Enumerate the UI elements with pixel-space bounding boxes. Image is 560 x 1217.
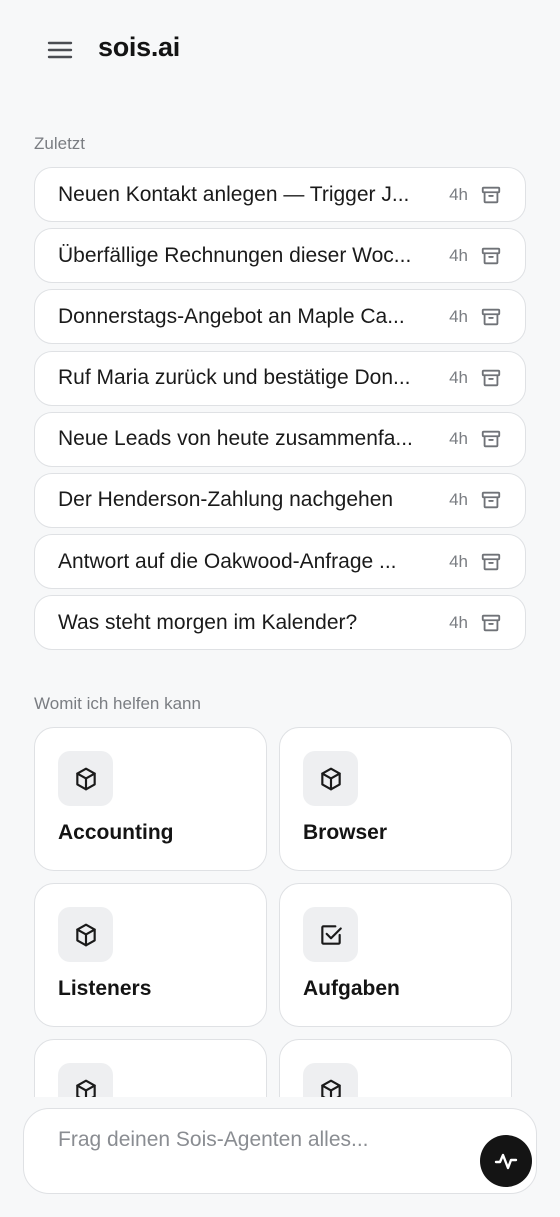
archive-button[interactable] <box>480 489 502 511</box>
recent-item-time: 4h <box>449 612 468 632</box>
recent-item[interactable]: Überfällige Rechnungen dieser Woc... 4h <box>34 228 526 284</box>
archive-button[interactable] <box>480 367 502 389</box>
recent-item[interactable]: Neuen Kontakt anlegen — Trigger J... 4h <box>34 167 526 222</box>
recent-item[interactable]: Donnerstags-Angebot an Maple Ca... 4h <box>34 289 526 345</box>
cube-icon <box>75 767 96 790</box>
capability-card[interactable]: Accounting <box>34 727 267 871</box>
recent-item-title: Ruf Maria zurück und bestätige Don... <box>58 366 411 390</box>
recent-item-time: 4h <box>449 306 468 326</box>
recent-item-title: Donnerstags-Angebot an Maple Ca... <box>58 304 405 328</box>
capability-label: Listeners <box>58 977 152 1000</box>
top-bar: sois.ai <box>0 0 560 100</box>
recent-item[interactable]: Neue Leads von heute zusammenfa... 4h <box>34 411 526 467</box>
send-button[interactable] <box>480 1135 532 1187</box>
capability-icon-tile <box>303 1063 358 1097</box>
capability-label: Browser <box>303 821 388 844</box>
capability-grid: Accounting Browser Listeners Aufgaben <box>34 727 512 1097</box>
recent-item[interactable]: Antwort auf die Oakwood-Anfrage ... 4h <box>34 534 526 590</box>
capability-icon-tile <box>303 907 358 962</box>
recent-item-title: Neuen Kontakt anlegen — Trigger J... <box>58 182 410 206</box>
composer <box>23 1108 537 1194</box>
recent-item-time: 4h <box>449 184 468 204</box>
recent-section-label: Zuletzt <box>34 134 86 153</box>
capability-label: Aufgaben <box>303 977 400 1000</box>
cube-icon <box>320 767 341 790</box>
archive-button[interactable] <box>480 612 502 634</box>
menu-button[interactable] <box>44 34 76 66</box>
app-brand: sois.ai <box>98 32 180 62</box>
capability-card[interactable]: Listeners <box>34 883 267 1027</box>
archive-button[interactable] <box>480 551 502 573</box>
recent-item[interactable]: Der Henderson-Zahlung nachgehen 4h <box>34 472 526 528</box>
recent-item-time: 4h <box>449 368 468 388</box>
capability-label: Accounting <box>58 821 174 844</box>
capability-card[interactable] <box>279 1039 512 1097</box>
capability-card[interactable] <box>34 1039 267 1097</box>
archive-button[interactable] <box>480 184 502 206</box>
capability-icon-tile <box>58 751 113 806</box>
archive-button[interactable] <box>480 428 502 450</box>
archive-icon <box>481 247 501 264</box>
capability-icon-tile <box>58 1063 113 1097</box>
cube-icon <box>320 1079 341 1097</box>
recent-item-title: Was steht morgen im Kalender? <box>58 610 358 634</box>
capability-card[interactable]: Aufgaben <box>279 883 512 1027</box>
recent-item-title: Der Henderson-Zahlung nachgehen <box>58 488 394 512</box>
archive-button[interactable] <box>480 306 502 328</box>
prompt-input[interactable] <box>46 1123 490 1157</box>
capability-icon-tile <box>303 751 358 806</box>
hamburger-menu-icon <box>47 41 73 59</box>
cube-icon <box>75 923 96 946</box>
archive-icon <box>481 186 501 203</box>
capability-icon-tile <box>58 907 113 962</box>
checkbox-icon <box>320 924 342 945</box>
capability-card[interactable]: Browser <box>279 727 512 871</box>
recent-item-time: 4h <box>449 245 468 265</box>
help-section-label: Womit ich helfen kann <box>34 694 201 713</box>
recent-list: Neuen Kontakt anlegen — Trigger J... 4h Üb… <box>34 167 526 657</box>
archive-icon <box>481 308 501 326</box>
archive-icon <box>481 553 501 570</box>
recent-item[interactable]: Ruf Maria zurück und bestätige Don... 4h <box>34 350 526 406</box>
cube-icon <box>75 1079 96 1097</box>
recent-item-time: 4h <box>449 490 468 510</box>
recent-item-time: 4h <box>449 429 468 449</box>
recent-item-title: Neue Leads von heute zusammenfa... <box>58 427 413 451</box>
recent-item[interactable]: Was steht morgen im Kalender? 4h <box>34 595 526 651</box>
recent-item-title: Überfällige Rechnungen dieser Woc... <box>58 243 412 267</box>
recent-item-time: 4h <box>449 551 468 571</box>
archive-icon <box>481 492 501 509</box>
activity-wave-icon <box>494 1153 518 1170</box>
archive-icon <box>481 431 501 448</box>
archive-icon <box>481 369 501 387</box>
archive-icon <box>481 614 501 632</box>
recent-item-title: Antwort auf die Oakwood-Anfrage ... <box>58 549 397 573</box>
archive-button[interactable] <box>480 245 502 267</box>
